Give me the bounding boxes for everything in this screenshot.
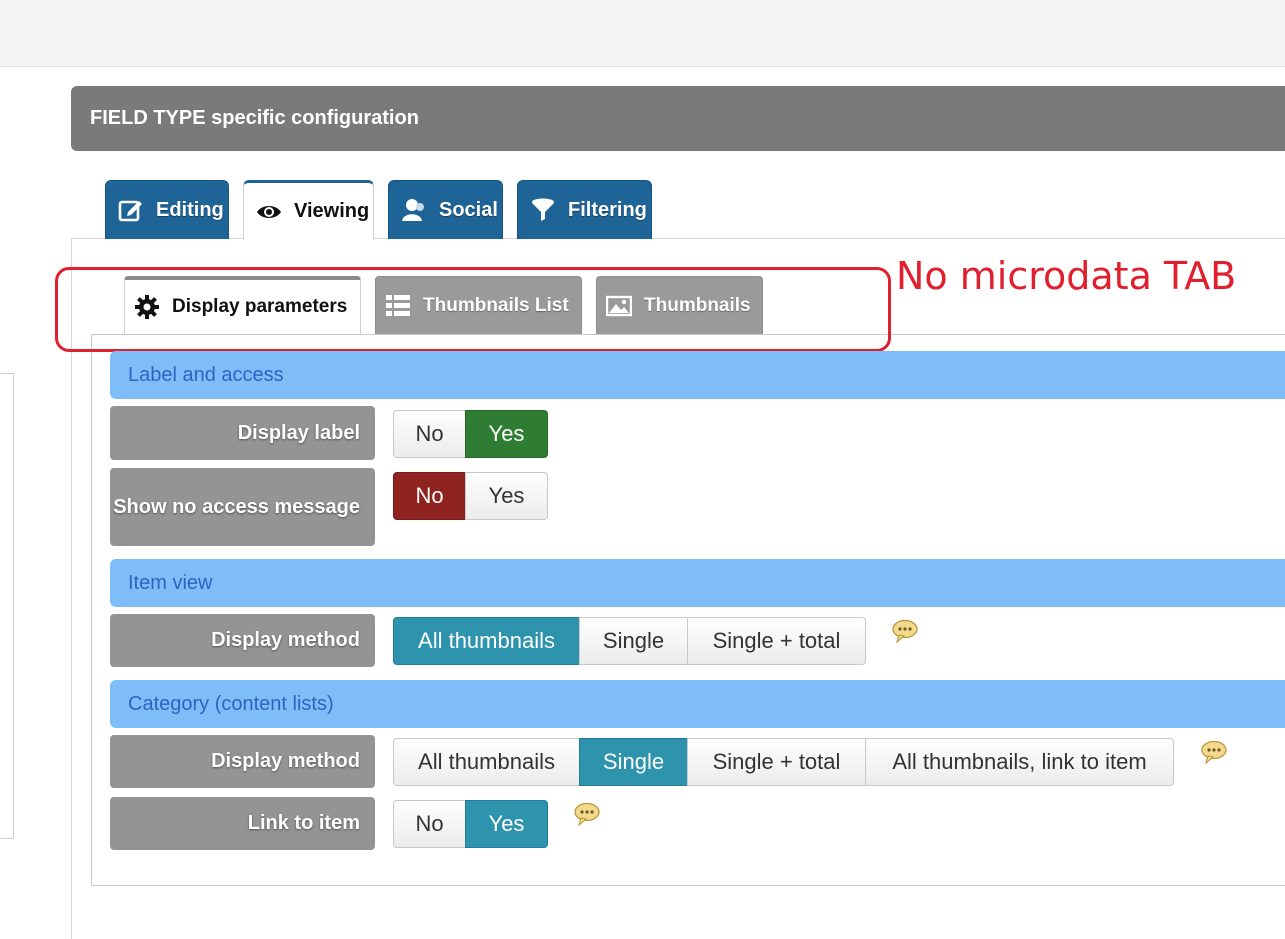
category-all-thumbnails-button[interactable]: All thumbnails [393,738,580,786]
link-to-item-yes-button[interactable]: Yes [465,800,548,848]
item-view-single-button[interactable]: Single [579,617,688,665]
category-single-button[interactable]: Single [579,738,688,786]
top-bar [0,0,1285,67]
annotation-text: No microdata TAB [896,254,1237,298]
item-view-display-method-label: Display method [110,614,375,667]
item-view-all-thumbnails-button[interactable]: All thumbnails [393,617,580,665]
category-all-thumbnails-link-button[interactable]: All thumbnails, link to item [865,738,1174,786]
users-icon [401,197,427,223]
tab-viewing[interactable]: Viewing [243,180,374,240]
tab-label: Editing [156,198,224,221]
show-no-access-no-button[interactable]: No [393,472,466,520]
eye-icon [256,199,282,225]
show-no-access-toggle: No Yes [393,472,548,520]
link-to-item-toggle: No Yes [393,800,548,848]
tab-label: Filtering [568,198,647,221]
filter-icon [530,197,556,223]
annotation-highlight-box [55,267,891,352]
display-label-no-button[interactable]: No [393,410,466,458]
help-tooltip-icon[interactable] [1201,740,1227,764]
show-no-access-label: Show no access message [110,468,375,546]
display-label-toggle: No Yes [393,410,548,458]
tab-label: Viewing [294,200,370,222]
left-panel-edge [0,373,14,839]
field-type-config-header: FIELD TYPE specific configuration [71,86,1285,151]
help-tooltip-icon[interactable] [892,619,918,643]
show-no-access-yes-button[interactable]: Yes [465,472,548,520]
tab-social[interactable]: Social [388,180,503,239]
display-label-label: Display label [110,406,375,460]
item-view-single-total-button[interactable]: Single + total [687,617,866,665]
category-display-method-label: Display method [110,735,375,788]
category-single-total-button[interactable]: Single + total [687,738,866,786]
link-to-item-no-button[interactable]: No [393,800,466,848]
tab-filtering[interactable]: Filtering [517,180,652,239]
tab-label: Social [439,198,498,221]
display-label-yes-button[interactable]: Yes [465,410,548,458]
section-header-label-access: Label and access [110,351,1285,399]
section-header-category: Category (content lists) [110,680,1285,728]
help-tooltip-icon[interactable] [574,802,600,826]
link-to-item-label: Link to item [110,797,375,850]
item-view-display-method-group: All thumbnails Single Single + total [393,617,866,665]
edit-icon [118,197,144,223]
section-header-item-view: Item view [110,559,1285,607]
category-display-method-group: All thumbnails Single Single + total All… [393,738,1174,786]
tab-editing[interactable]: Editing [105,180,229,239]
